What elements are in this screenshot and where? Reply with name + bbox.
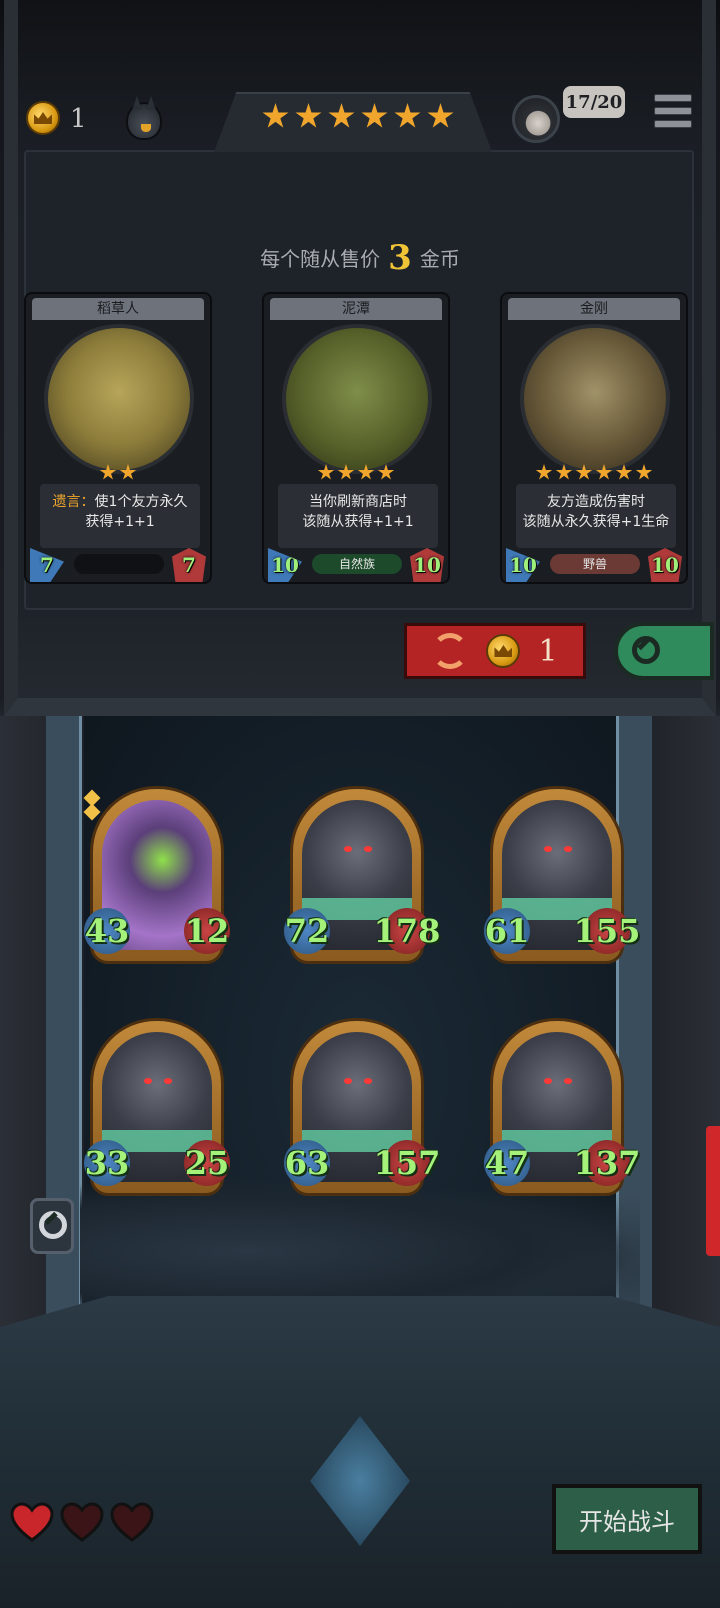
star-icon [262,103,289,128]
card-description: 友方造成伤害时 该随从永久获得+1生命 [516,484,676,548]
star-icon [317,464,335,480]
board-minion[interactable]: 61 155 [484,786,640,964]
board-minion[interactable]: 72 178 [284,786,440,964]
coin-icon [26,101,60,135]
price-line: 每个随从售价 3 金币 [0,238,720,278]
board-minion[interactable]: 43 12 [83,786,230,964]
menu-icon[interactable] [654,94,692,134]
star-icon [394,103,421,128]
gold-count: 1 [70,104,87,134]
price-prefix: 每个随从售价 [260,247,381,271]
minion-health: 178 [374,908,440,954]
start-battle-button[interactable]: 开始战斗 [552,1484,702,1554]
star-icon [635,464,653,480]
refresh-button[interactable]: 1 [404,623,586,679]
coin-icon [486,634,521,668]
board-red-glow [706,1126,720,1256]
card-desc-line1: 使1个友方永久 [94,494,188,510]
minion-attack: 61 [484,908,530,954]
price-suffix: 金币 [419,247,460,271]
card-desc-line2: 该随从永久获得+1生命 [522,514,670,530]
heart-icon [10,1502,54,1542]
avatar-icon[interactable] [512,95,560,143]
minion-attack: 72 [284,908,330,954]
star-icon [615,464,633,480]
star-icon [377,464,395,480]
card-tribe: 自然族 [312,554,402,574]
search-icon [632,636,660,664]
card-desc-line1: 当你刷新商店时 [309,494,407,510]
minion-attack: 43 [84,908,130,954]
card-description: 当你刷新商店时 该随从获得+1+1 [278,484,438,548]
board-minion[interactable]: 33 25 [84,1018,230,1196]
shop-card[interactable]: 泥潭 当你刷新商店时 该随从获得+1+1 10 10 自然族 [262,292,450,584]
golden-pips [83,789,101,821]
card-health: 7 [172,548,206,582]
minion-health: 25 [184,1140,230,1186]
refresh-icon [432,633,469,669]
heart-icon [60,1502,104,1542]
board-minion[interactable]: 47 137 [484,1018,640,1196]
card-name: 金刚 [508,298,680,320]
star-icon [357,464,375,480]
star-icon [427,103,454,128]
card-keyword: 遗言： [52,494,95,510]
card-art-gorilla [520,324,670,474]
star-icon [535,464,553,480]
shop-card[interactable]: 金刚 友方造成伤害时 该随从永久获得+1生命 10 10 野兽 [500,292,688,584]
card-description: 遗言：使1个友方永久 获得+1+1 [40,484,200,548]
card-art-swamp [282,324,432,474]
minion-health: 157 [374,1140,440,1186]
refresh-cost: 1 [538,633,558,669]
card-tribe [74,554,164,574]
card-stars [264,464,448,481]
star-icon [595,464,613,480]
card-health: 10 [648,548,682,582]
minion-attack: 63 [284,1140,330,1186]
shop-card[interactable]: 稻草人 遗言：使1个友方永久 获得+1+1 7 7 [24,292,212,584]
card-desc-line2: 获得+1+1 [85,514,155,530]
star-icon [328,103,355,128]
minion-health: 12 [184,908,230,954]
star-icon [99,464,117,480]
card-attack: 7 [30,548,64,582]
card-health: 10 [410,548,444,582]
game-screen: { "hud": { "gold": "1", "tavern_stars": … [0,0,720,1608]
star-icon [361,103,388,128]
star-icon [337,464,355,480]
card-tribe: 野兽 [550,554,640,574]
price-value: 3 [388,238,412,278]
star-icon [555,464,573,480]
card-desc-line1: 友方造成伤害时 [547,494,645,510]
lives [10,1502,154,1542]
shop-search-button[interactable] [614,622,714,680]
card-art-scarecrow [44,324,194,474]
star-icon [575,464,593,480]
tavern-stars [262,103,454,130]
heart-icon [110,1502,154,1542]
minion-health: 137 [574,1140,640,1186]
board-capacity: 17/20 [563,86,625,118]
board-search-button[interactable] [30,1198,74,1254]
card-attack: 10 [268,548,302,582]
star-icon [119,464,137,480]
card-name: 泥潭 [270,298,442,320]
minion-health: 155 [574,908,640,954]
pet-icon[interactable] [126,102,162,140]
card-stars [502,464,686,481]
minion-attack: 47 [484,1140,530,1186]
board-minion[interactable]: 63 157 [284,1018,440,1196]
card-attack: 10 [506,548,540,582]
star-icon [295,103,322,128]
minion-attack: 33 [84,1140,130,1186]
search-icon [39,1211,67,1239]
card-desc-line2: 该随从获得+1+1 [302,514,414,530]
card-name: 稻草人 [32,298,204,320]
card-stars [26,464,210,481]
